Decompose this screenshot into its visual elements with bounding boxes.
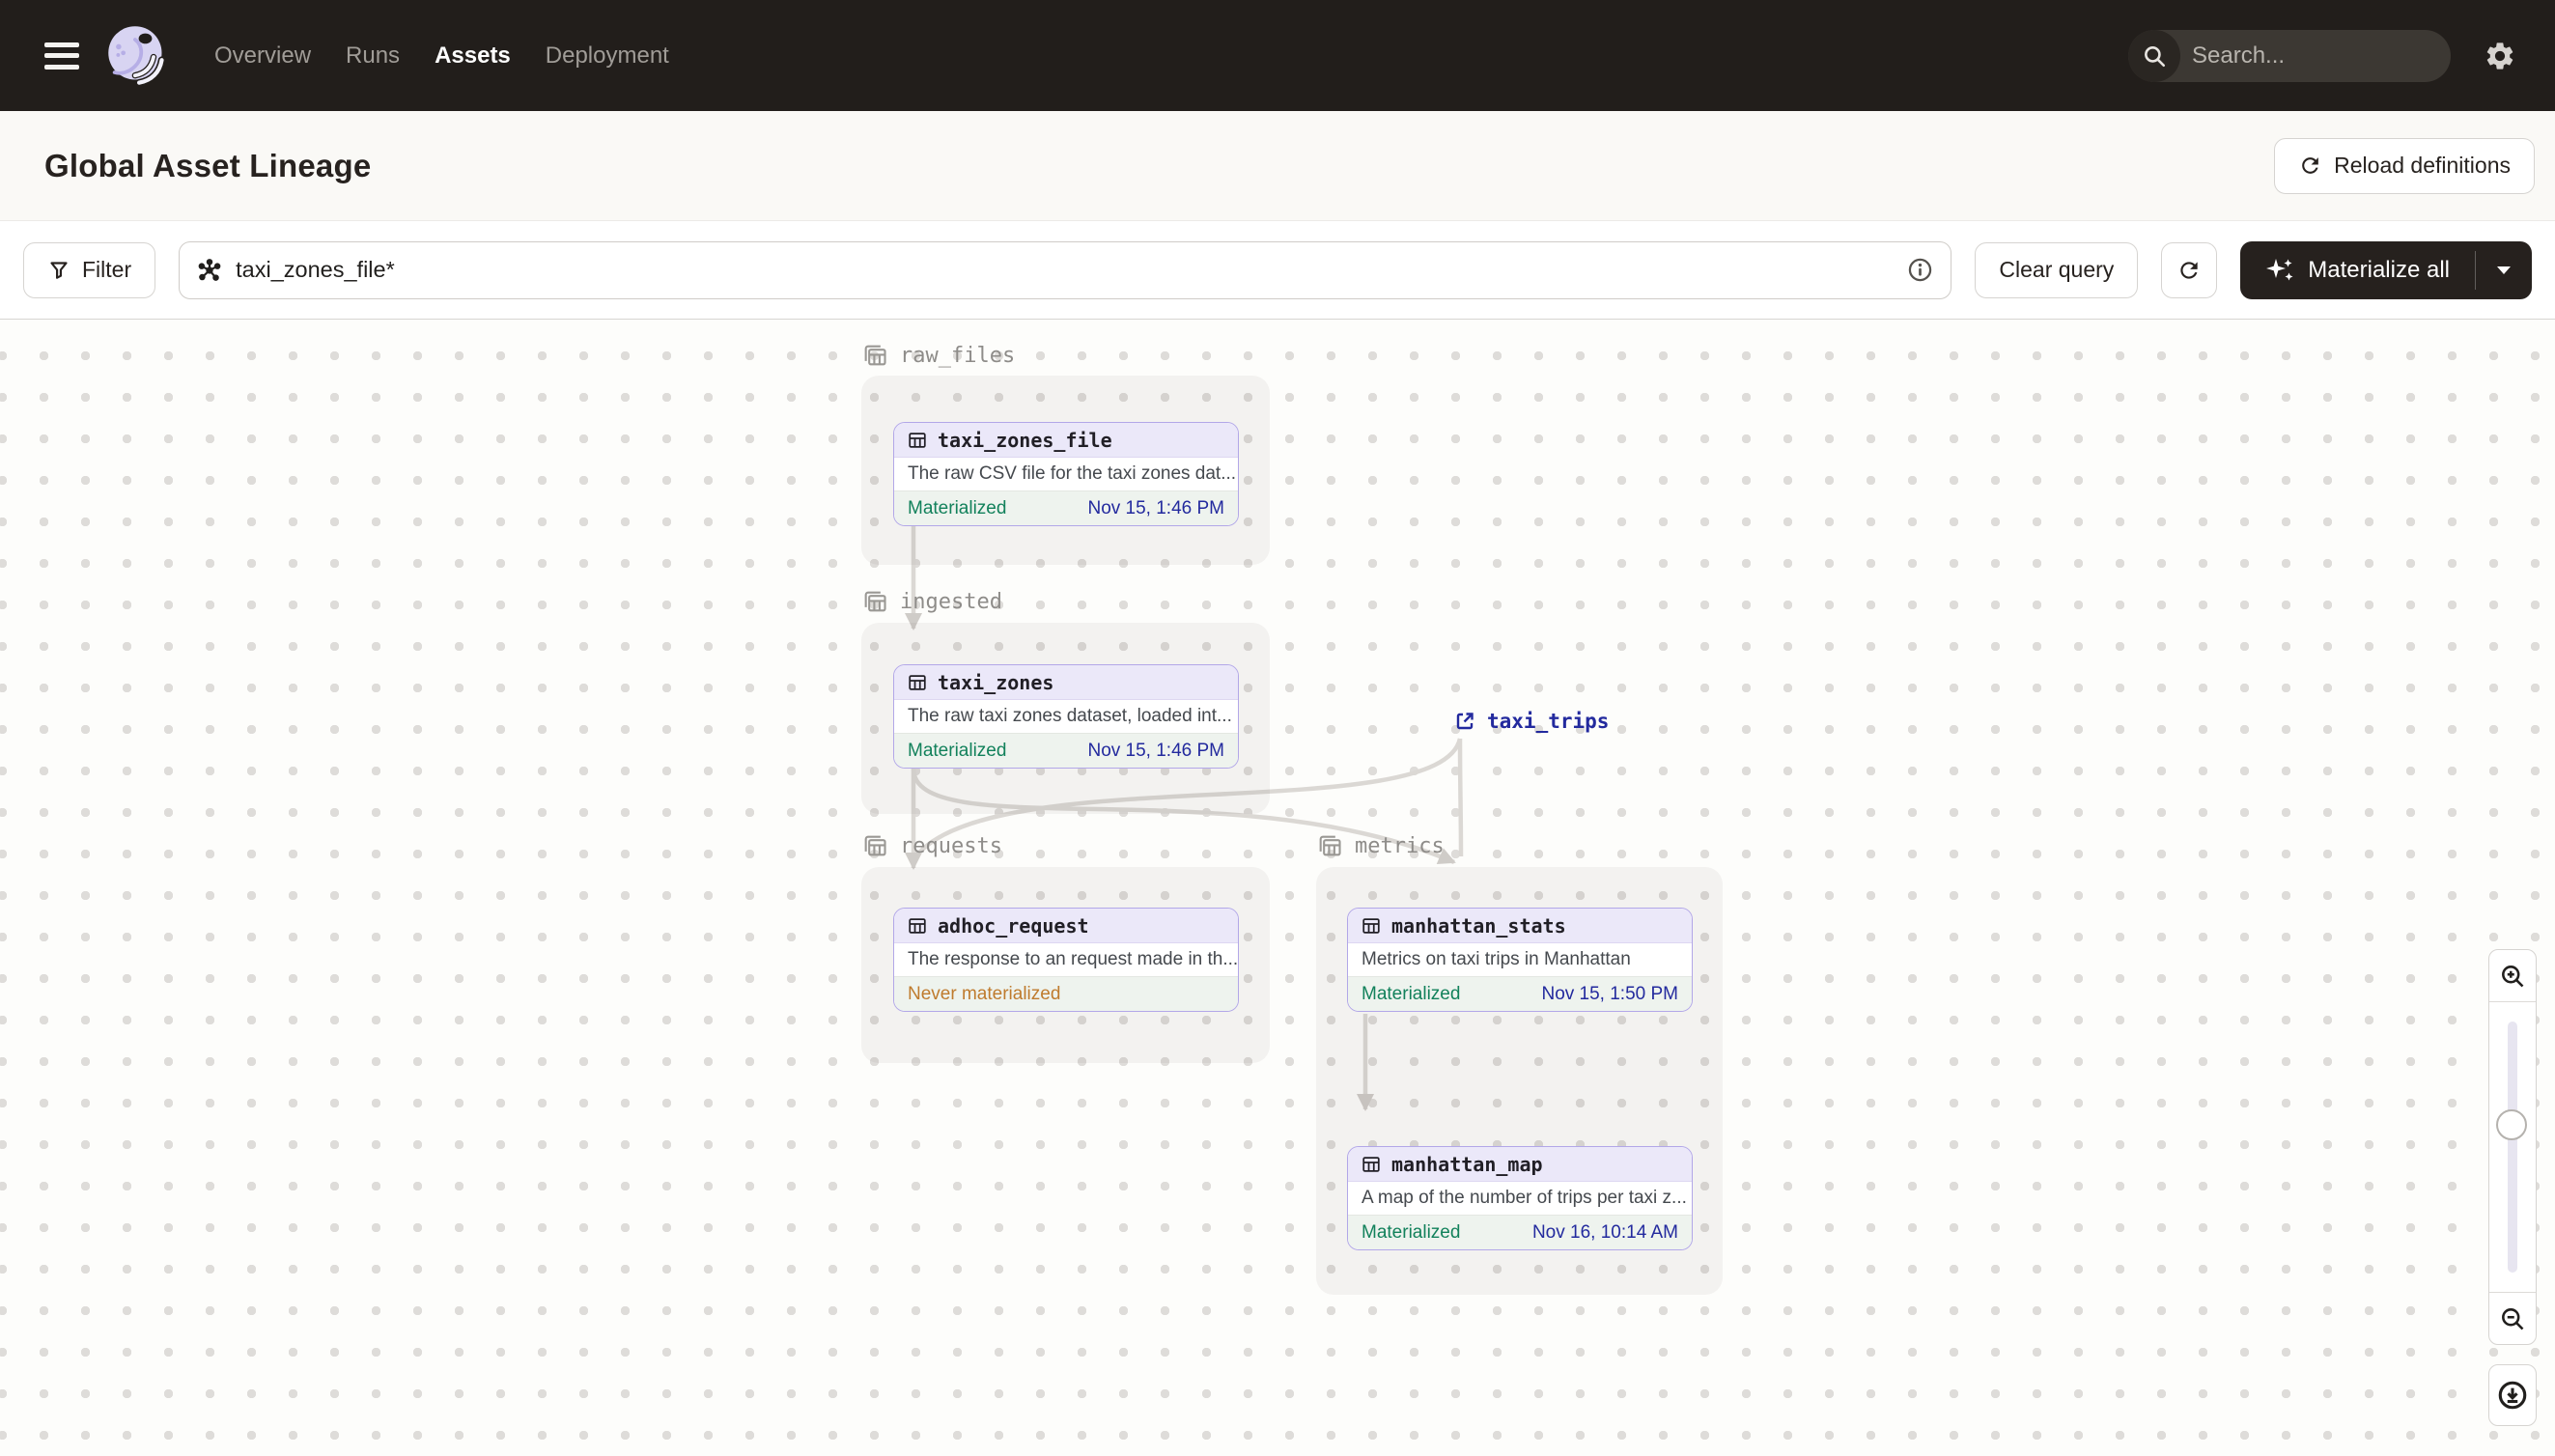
asset-node-taxi_zones_file[interactable]: taxi_zones_file The raw CSV file for the… (893, 422, 1239, 526)
sparkle-icon (2266, 258, 2293, 280)
page-header: Global Asset Lineage Reload definitions (0, 111, 2555, 221)
refresh-icon (2302, 157, 2318, 174)
asset-node-adhoc_request[interactable]: adhoc_request The response to an request… (893, 908, 1239, 1012)
refresh-icon (2180, 261, 2198, 279)
asset-description: The raw taxi zones dataset, loaded int..… (894, 700, 1238, 733)
group-label-raw_files[interactable]: raw_files (861, 341, 1015, 370)
materialize-all-button[interactable]: Materialize all (2240, 240, 2532, 299)
nav-item-overview[interactable]: Overview (214, 42, 311, 70)
status-badge: Materialized (908, 740, 1007, 761)
zoom-slider-handle[interactable] (2496, 1109, 2527, 1140)
global-search[interactable]: / (2128, 29, 2451, 82)
arrow-down-circle-icon (2498, 1381, 2527, 1410)
refresh-graph-button[interactable] (2161, 241, 2218, 298)
status-badge: Never materialized (908, 983, 1061, 1004)
search-input[interactable] (2180, 42, 2451, 70)
lineage-toolbar: Filter Clear query Materialize all (0, 221, 2555, 320)
asset-selection-icon (198, 258, 221, 281)
status-badge: Materialized (1362, 983, 1461, 1004)
asset-description: Metrics on taxi trips in Manhattan (1348, 943, 1692, 976)
table-group-icon (864, 345, 886, 366)
info-icon[interactable] (1907, 257, 1933, 283)
nav-item-deployment[interactable]: Deployment (546, 42, 669, 70)
zoom-slider-track[interactable] (2508, 1022, 2517, 1273)
nav-item-runs[interactable]: Runs (346, 42, 400, 70)
asset-query-field[interactable] (179, 240, 1952, 299)
group-label-requests[interactable]: requests (861, 831, 1002, 860)
table-group-icon (864, 835, 886, 856)
table-icon (1362, 1156, 1380, 1172)
external-asset-taxi_trips[interactable]: taxi_trips (1453, 710, 1609, 733)
materialize-options-caret[interactable] (2476, 241, 2532, 299)
table-icon (909, 917, 926, 934)
table-icon (909, 432, 926, 448)
asset-description: The raw CSV file for the taxi zones dat.… (894, 458, 1238, 490)
top-nav: Overview Runs Assets Deployment / (0, 0, 2555, 111)
recenter-graph-button[interactable] (2488, 1364, 2537, 1426)
group-label-metrics[interactable]: metrics (1316, 831, 1445, 860)
asset-node-manhattan_stats[interactable]: manhattan_stats Metrics on taxi trips in… (1347, 908, 1693, 1012)
primary-nav: Overview Runs Assets Deployment (214, 42, 669, 70)
table-group-icon (864, 591, 886, 612)
asset-node-manhattan_map[interactable]: manhattan_map A map of the number of tri… (1347, 1146, 1693, 1250)
asset-description: A map of the number of trips per taxi z.… (1348, 1182, 1692, 1215)
zoom-slider[interactable] (2489, 1002, 2536, 1292)
asset-node-taxi_zones[interactable]: taxi_zones The raw taxi zones dataset, l… (893, 664, 1239, 769)
table-icon (909, 674, 926, 690)
clear-query-button[interactable]: Clear query (1975, 241, 2139, 298)
zoom-in-icon (2502, 965, 2524, 987)
reload-definitions-button[interactable]: Reload definitions (2274, 137, 2535, 194)
zoom-controls (2488, 949, 2537, 1345)
status-badge: Materialized (908, 497, 1007, 518)
materialization-timestamp: Nov 15, 1:50 PM (1541, 983, 1678, 1004)
dagster-logo-icon (108, 25, 166, 86)
zoom-in-button[interactable] (2489, 950, 2536, 1002)
nav-item-assets[interactable]: Assets (435, 42, 511, 70)
table-icon (1362, 917, 1380, 934)
status-badge: Materialized (1362, 1221, 1461, 1243)
group-label-ingested[interactable]: ingested (861, 587, 1002, 616)
materialization-timestamp: Nov 15, 1:46 PM (1087, 740, 1224, 761)
filter-button[interactable]: Filter (23, 241, 156, 298)
zoom-out-button[interactable] (2489, 1292, 2536, 1344)
asset-query-input[interactable] (236, 257, 1895, 283)
materialization-timestamp: Nov 15, 1:46 PM (1087, 497, 1224, 518)
chevron-down-icon (2497, 266, 2511, 274)
settings-gear-icon[interactable] (2484, 40, 2516, 72)
page-title: Global Asset Lineage (44, 147, 372, 183)
lineage-canvas[interactable]: raw_files ingested requests metrics taxi… (0, 320, 2555, 1456)
asset-description: The response to an request made in th... (894, 943, 1238, 976)
zoom-out-icon (2502, 1307, 2524, 1330)
menu-icon[interactable] (44, 42, 79, 70)
search-icon (2128, 29, 2180, 82)
materialization-timestamp: Nov 16, 10:14 AM (1531, 1221, 1678, 1243)
lineage-edges (905, 526, 1464, 1111)
filter-funnel-icon (50, 261, 68, 279)
table-group-icon (1319, 835, 1341, 856)
external-link-icon (1456, 713, 1474, 730)
